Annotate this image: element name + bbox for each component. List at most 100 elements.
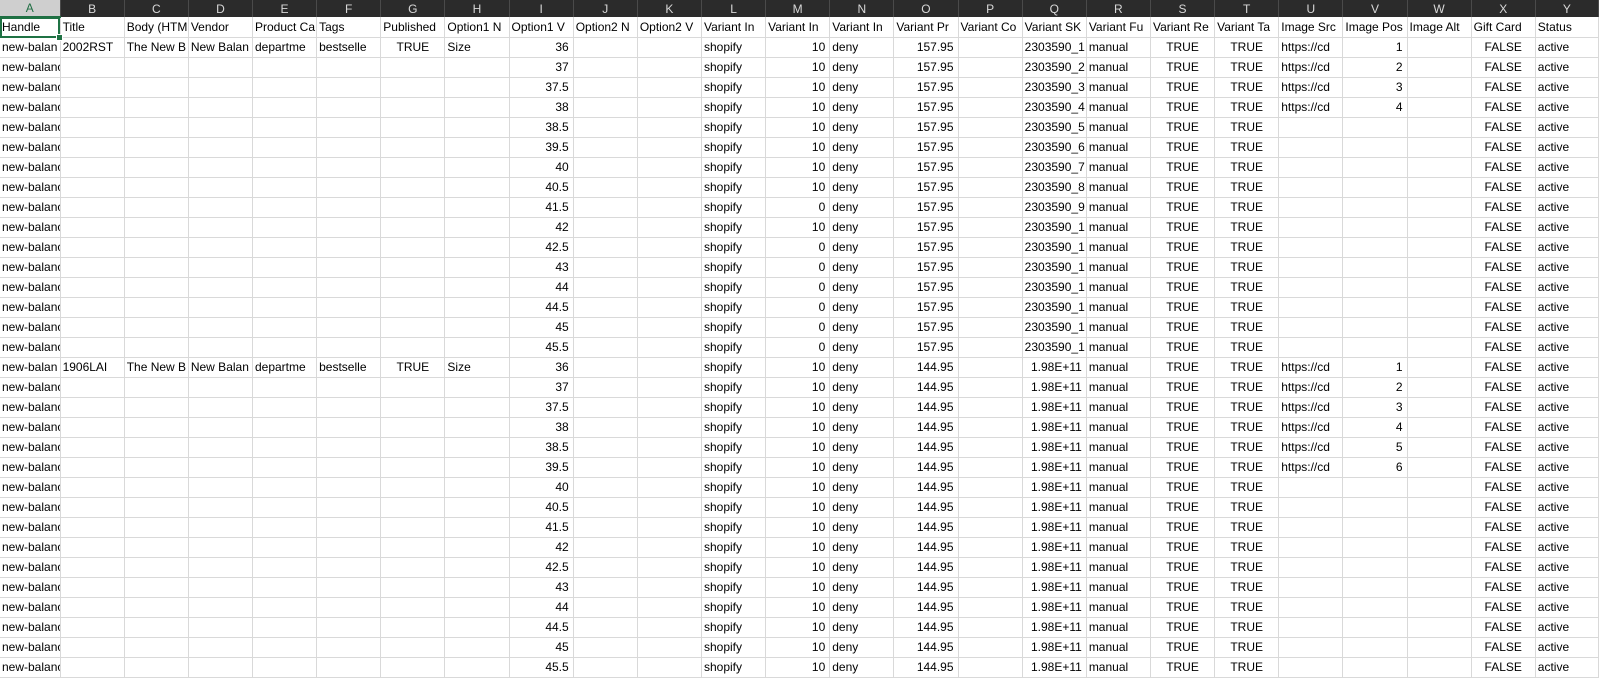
cell-w21[interactable] [1407, 417, 1472, 438]
cell-p21[interactable] [958, 417, 1023, 438]
cell-e9[interactable] [252, 177, 318, 198]
cell-h1[interactable]: Option1 N [444, 17, 510, 38]
cell-k4[interactable] [637, 77, 702, 98]
cell-k11[interactable] [637, 217, 702, 238]
cell-x15[interactable]: FALSE [1471, 297, 1536, 318]
cell-f11[interactable] [316, 217, 382, 238]
cell-f31[interactable] [316, 617, 382, 638]
cell-m28[interactable]: 10 [765, 557, 831, 578]
cell-q16[interactable]: 2303590_1 [1022, 317, 1087, 338]
cell-u26[interactable] [1278, 517, 1344, 538]
cell-u15[interactable] [1278, 297, 1344, 318]
cell-k8[interactable] [637, 157, 702, 178]
cell-x9[interactable]: FALSE [1471, 177, 1536, 198]
cell-m9[interactable]: 10 [765, 177, 831, 198]
cell-d29[interactable] [188, 577, 253, 598]
cell-l6[interactable]: shopify [701, 117, 767, 138]
cell-r9[interactable]: manual [1086, 177, 1151, 198]
cell-y3[interactable]: active [1535, 57, 1599, 78]
cell-m22[interactable]: 10 [765, 437, 831, 458]
cell-p1[interactable]: Variant Co [958, 17, 1023, 38]
cell-n23[interactable]: deny [829, 457, 895, 478]
column-header-g[interactable]: G [380, 0, 446, 17]
cell-x2[interactable]: FALSE [1471, 37, 1536, 58]
cell-w14[interactable] [1407, 277, 1472, 298]
cell-w3[interactable] [1407, 57, 1472, 78]
cell-p27[interactable] [958, 537, 1023, 558]
cell-w22[interactable] [1407, 437, 1472, 458]
cell-q28[interactable]: 1.98E+11 [1022, 557, 1087, 578]
cell-s3[interactable]: TRUE [1150, 57, 1216, 78]
cell-r27[interactable]: manual [1086, 537, 1151, 558]
cell-s27[interactable]: TRUE [1150, 537, 1216, 558]
cell-c29[interactable] [124, 577, 189, 598]
cell-a12[interactable]: new-balance-2002r-1 [0, 237, 61, 258]
cell-g13[interactable] [380, 257, 446, 278]
cell-q4[interactable]: 2303590_3 [1022, 77, 1087, 98]
cell-e19[interactable] [252, 377, 318, 398]
cell-b15[interactable] [60, 297, 125, 318]
cell-n30[interactable]: deny [829, 597, 895, 618]
cell-a9[interactable]: new-balance-2002r-1 [0, 177, 61, 198]
cell-m29[interactable]: 10 [765, 577, 831, 598]
cell-o24[interactable]: 144.95 [893, 477, 959, 498]
cell-c27[interactable] [124, 537, 189, 558]
cell-i15[interactable]: 44.5 [509, 297, 574, 318]
cell-k2[interactable] [637, 37, 702, 58]
cell-h30[interactable] [444, 597, 510, 618]
cell-r25[interactable]: manual [1086, 497, 1151, 518]
cell-f3[interactable] [316, 57, 382, 78]
cell-v20[interactable]: 3 [1342, 397, 1408, 418]
cell-l19[interactable]: shopify [701, 377, 767, 398]
cell-f2[interactable]: bestselle [316, 37, 382, 58]
cell-a24[interactable]: new-balance-u1906-2 [0, 477, 61, 498]
cell-w27[interactable] [1407, 537, 1472, 558]
cell-v22[interactable]: 5 [1342, 437, 1408, 458]
cell-p32[interactable] [958, 637, 1023, 658]
cell-s16[interactable]: TRUE [1150, 317, 1216, 338]
cell-x17[interactable]: FALSE [1471, 337, 1536, 358]
cell-d4[interactable] [188, 77, 253, 98]
cell-b9[interactable] [60, 177, 125, 198]
cell-r5[interactable]: manual [1086, 97, 1151, 118]
cell-e12[interactable] [252, 237, 318, 258]
cell-w16[interactable] [1407, 317, 1472, 338]
cell-d22[interactable] [188, 437, 253, 458]
cell-f20[interactable] [316, 397, 382, 418]
cell-f30[interactable] [316, 597, 382, 618]
cell-k17[interactable] [637, 337, 702, 358]
cell-r4[interactable]: manual [1086, 77, 1151, 98]
column-header-f[interactable]: F [316, 0, 382, 17]
cell-a17[interactable]: new-balance-2002r-1 [0, 337, 61, 358]
cell-j16[interactable] [573, 317, 638, 338]
cell-k23[interactable] [637, 457, 702, 478]
cell-g14[interactable] [380, 277, 446, 298]
cell-l32[interactable]: shopify [701, 637, 767, 658]
cell-y24[interactable]: active [1535, 477, 1599, 498]
cell-c32[interactable] [124, 637, 189, 658]
cell-g16[interactable] [380, 317, 446, 338]
cell-q12[interactable]: 2303590_1 [1022, 237, 1087, 258]
cell-u3[interactable]: https://cd [1278, 57, 1344, 78]
cell-r30[interactable]: manual [1086, 597, 1151, 618]
column-header-m[interactable]: M [765, 0, 831, 17]
cell-u16[interactable] [1278, 317, 1344, 338]
cell-a20[interactable]: new-balance-u1906-2 [0, 397, 61, 418]
cell-k21[interactable] [637, 417, 702, 438]
cell-u23[interactable]: https://cd [1278, 457, 1344, 478]
cell-t31[interactable]: TRUE [1214, 617, 1280, 638]
cell-n6[interactable]: deny [829, 117, 895, 138]
cell-s26[interactable]: TRUE [1150, 517, 1216, 538]
cell-q17[interactable]: 2303590_1 [1022, 337, 1087, 358]
cell-b31[interactable] [60, 617, 125, 638]
cell-j26[interactable] [573, 517, 638, 538]
cell-n2[interactable]: deny [829, 37, 895, 58]
cell-b29[interactable] [60, 577, 125, 598]
cell-s21[interactable]: TRUE [1150, 417, 1216, 438]
cell-b1[interactable]: Title [60, 17, 125, 38]
cell-e32[interactable] [252, 637, 318, 658]
cell-i7[interactable]: 39.5 [509, 137, 574, 158]
cell-r23[interactable]: manual [1086, 457, 1151, 478]
cell-k18[interactable] [637, 357, 702, 378]
cell-m16[interactable]: 0 [765, 317, 831, 338]
